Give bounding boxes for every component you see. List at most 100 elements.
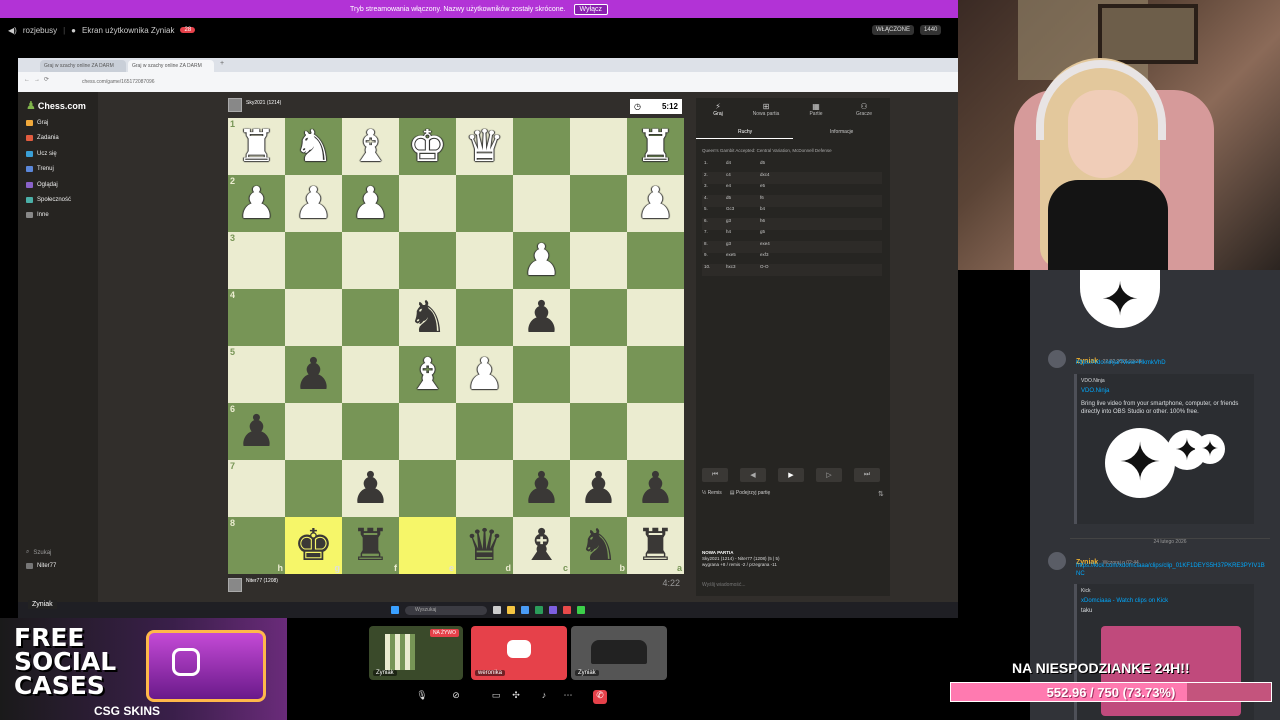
board-square[interactable]: 5 <box>228 346 285 403</box>
board-square[interactable] <box>285 289 342 346</box>
chat-input[interactable]: Wyślij wiadomość... <box>702 582 746 588</box>
board-square[interactable] <box>513 403 570 460</box>
mic-icon[interactable]: 🎙 <box>415 690 429 704</box>
white-bishop-icon[interactable]: ♝ <box>351 124 390 169</box>
avatar[interactable] <box>228 98 242 112</box>
sidebar-item-learn[interactable]: Ucz się <box>26 151 57 157</box>
board-square[interactable] <box>399 175 456 232</box>
bottom-player-name[interactable]: Niter77 (1208) <box>246 578 278 584</box>
board-square[interactable]: c ♝ <box>513 517 570 574</box>
black-rook-icon[interactable]: ♜ <box>636 523 675 568</box>
white-queen-icon[interactable]: ♛ <box>465 124 504 169</box>
board-square[interactable] <box>456 175 513 232</box>
board-square[interactable]: ♞ <box>399 289 456 346</box>
board-square[interactable]: a ♜ <box>627 517 684 574</box>
board-square[interactable] <box>285 460 342 517</box>
move-san[interactable]: exf3 <box>760 252 769 257</box>
draw-button[interactable]: ½ Remis <box>702 490 722 496</box>
white-knight-icon[interactable]: ♞ <box>294 124 333 169</box>
sidebar-item-train[interactable]: Trenuj <box>26 166 54 172</box>
board-square[interactable]: ♟ <box>570 460 627 517</box>
board-square[interactable]: ♝ <box>399 346 456 403</box>
flip-board-icon[interactable]: ⇅ <box>878 490 884 498</box>
taskview-icon[interactable] <box>493 606 501 614</box>
disconnect-button[interactable]: ✆ <box>593 690 607 704</box>
board-square[interactable] <box>570 403 627 460</box>
board-square[interactable] <box>342 289 399 346</box>
participant-tile[interactable]: Zyniak <box>571 626 667 680</box>
white-rook-icon[interactable]: ♜ <box>237 124 276 169</box>
black-knight-icon[interactable]: ♞ <box>408 295 447 340</box>
move-san[interactable]: O-O <box>760 264 769 269</box>
url-text[interactable]: chess.com/game/165172087096 <box>82 79 155 85</box>
board-square[interactable]: ♟ <box>627 175 684 232</box>
move-san[interactable]: g5 <box>760 229 765 234</box>
move-san[interactable]: b4 <box>760 206 765 211</box>
board-square[interactable] <box>399 403 456 460</box>
white-king-icon[interactable]: ♚ <box>408 124 447 169</box>
board-square[interactable]: 2 ♟ <box>228 175 285 232</box>
message-link[interactable]: https://vdo.ninja/?view=HkmkVhD <box>1076 360 1166 366</box>
board-square[interactable] <box>456 289 513 346</box>
move-san[interactable]: c4 <box>726 172 731 177</box>
board-square[interactable] <box>627 232 684 289</box>
board-square[interactable]: 3 <box>228 232 285 289</box>
board-square[interactable] <box>570 175 627 232</box>
board-square[interactable] <box>456 403 513 460</box>
white-pawn-icon[interactable]: ♟ <box>636 181 675 226</box>
move-san[interactable]: d5 <box>760 160 765 165</box>
board-square[interactable]: 6 ♟ <box>228 403 285 460</box>
board-square[interactable]: d ♛ <box>456 517 513 574</box>
sidebar-user[interactable]: Niter77 <box>26 563 56 569</box>
board-square[interactable] <box>399 232 456 289</box>
board-square[interactable]: 4 <box>228 289 285 346</box>
board-square[interactable]: 7 <box>228 460 285 517</box>
move-san[interactable]: Gc3 <box>726 206 734 211</box>
play-button[interactable]: ▶ <box>778 468 804 482</box>
move-san[interactable]: f6 <box>760 195 764 200</box>
browser-tab[interactable]: Graj w szachy online ZA DARM <box>40 60 126 72</box>
more-icon[interactable]: ⋯ <box>561 690 575 704</box>
board-square[interactable] <box>342 346 399 403</box>
first-move-button[interactable]: ⏮ <box>702 468 728 482</box>
white-pawn-icon[interactable]: ♟ <box>237 181 276 226</box>
board-square[interactable] <box>399 460 456 517</box>
sidebar-item-play[interactable]: Graj <box>26 120 48 126</box>
board-square[interactable]: ♞ <box>285 118 342 175</box>
black-knight-icon[interactable]: ♞ <box>579 523 618 568</box>
board-square[interactable] <box>570 232 627 289</box>
discord-icon[interactable] <box>549 606 557 614</box>
participant-tile[interactable]: weronika <box>471 626 567 680</box>
tab-new-game[interactable]: ⊞ Nowa partia <box>746 102 786 117</box>
move-san[interactable]: dxc4 <box>760 172 770 177</box>
next-move-button[interactable]: ▷ <box>816 468 842 482</box>
move-san[interactable]: d4 <box>726 160 731 165</box>
board-square[interactable]: f ♜ <box>342 517 399 574</box>
black-king-icon[interactable]: ♚ <box>294 523 333 568</box>
chess-board[interactable]: 1 ♜ ♞ ♝ ♚ ♛ ♜ 2 ♟ ♟ ♟ ♟ 3 ♟ 4 ♞ ♟ 5 ♟ ♝ ♟ 6 ♟ 7 ♟ ♟ ♟ ♟ 8 h g ♚ f ♜ e d ♛ c ♝ b… <box>228 118 684 574</box>
black-pawn-icon[interactable]: ♟ <box>351 466 390 511</box>
black-pawn-icon[interactable]: ♟ <box>522 295 561 340</box>
taskbar-search[interactable]: Wyszukaj <box>405 605 487 615</box>
tab-games[interactable]: ▦ Partie <box>796 102 836 117</box>
review-game-button[interactable]: ▤ Podejrzyj partię <box>730 490 771 496</box>
tab-players[interactable]: ⚇ Gracze <box>844 102 884 117</box>
board-square[interactable] <box>513 346 570 403</box>
tab-play[interactable]: ⚡ Graj <box>698 102 738 117</box>
black-bishop-icon[interactable]: ♝ <box>522 523 561 568</box>
new-tab-button[interactable]: + <box>216 60 224 72</box>
white-pawn-icon[interactable]: ♟ <box>522 238 561 283</box>
board-square[interactable]: ♟ <box>285 175 342 232</box>
sidebar-search[interactable]: ⌕ Szukaj <box>26 549 51 556</box>
board-square[interactable]: ♟ <box>627 460 684 517</box>
board-square[interactable]: b ♞ <box>570 517 627 574</box>
move-san[interactable]: h4 <box>726 229 731 234</box>
chesscom-logo[interactable]: ♟ Chess.com <box>26 99 86 112</box>
board-square[interactable]: ♚ <box>399 118 456 175</box>
board-square[interactable]: ♟ <box>342 175 399 232</box>
embed-title[interactable]: VDO.Ninja <box>1081 388 1250 394</box>
board-square[interactable]: ♟ <box>285 346 342 403</box>
prev-move-button[interactable]: ◀ <box>740 468 766 482</box>
black-rook-icon[interactable]: ♜ <box>351 523 390 568</box>
white-pawn-icon[interactable]: ♟ <box>294 181 333 226</box>
